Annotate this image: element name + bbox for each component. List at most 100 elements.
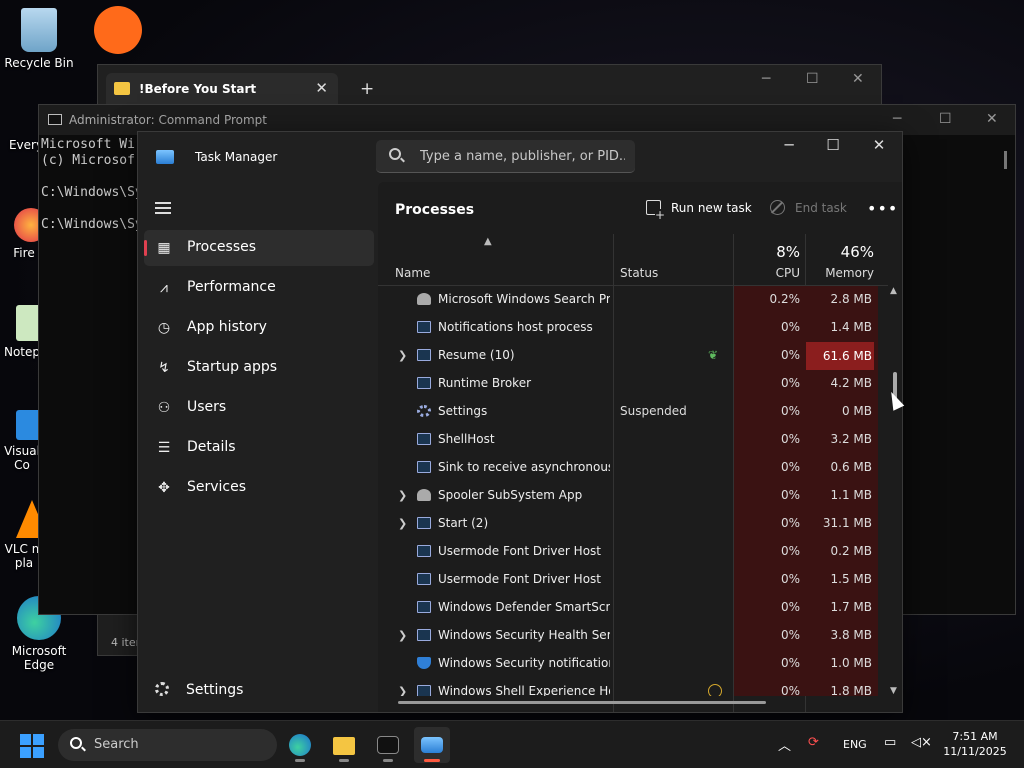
windows-logo-icon	[33, 747, 44, 758]
scroll-down-icon[interactable]: ▼	[890, 686, 897, 696]
process-name: Start (2)	[438, 516, 489, 530]
task-manager-window[interactable]: Task Manager ─ ☐ ✕ ▦ Processes ⩘ Perform…	[137, 131, 903, 713]
window-icon	[417, 685, 431, 696]
more-options-icon[interactable]: •••	[867, 199, 898, 218]
show-hidden-icons[interactable]: ︿	[778, 735, 791, 754]
close-icon[interactable]: ✕	[864, 136, 894, 154]
table-row[interactable]: Runtime Broker 0% 4.2 MB	[378, 370, 888, 398]
process-memory: 3.2 MB	[830, 432, 872, 446]
tm-search-input[interactable]	[420, 145, 625, 167]
close-icon[interactable]: ✕	[986, 111, 998, 127]
process-memory: 3.8 MB	[830, 628, 872, 642]
terminal-icon	[377, 736, 399, 754]
desktop-icon-recycle-bin[interactable]: Recycle Bin	[1, 8, 77, 70]
window-icon	[417, 573, 431, 585]
expand-chevron-icon[interactable]: ❯	[398, 685, 407, 696]
nav-services[interactable]: ✥ Services	[144, 470, 374, 506]
recycle-bin-icon	[21, 8, 57, 52]
process-memory: 0.2 MB	[830, 544, 872, 558]
task-manager-icon	[156, 150, 174, 164]
language-indicator[interactable]: ENG	[843, 738, 867, 751]
taskbar-file-explorer[interactable]	[326, 727, 362, 763]
scroll-up-icon[interactable]: ▲	[890, 286, 897, 296]
expand-chevron-icon[interactable]: ❯	[398, 629, 407, 642]
table-row[interactable]: ❯ Windows Shell Experience Hos... 0% 1.8 MB	[378, 678, 888, 696]
start-button[interactable]	[20, 734, 44, 758]
column-memory[interactable]: Memory	[806, 266, 874, 280]
column-cpu[interactable]: CPU	[734, 266, 800, 280]
network-icon[interactable]: ▭	[884, 735, 896, 750]
volume-muted-icon[interactable]: ◁×	[911, 735, 932, 750]
minimize-icon[interactable]: ─	[762, 71, 770, 87]
table-row[interactable]: ❯ Spooler SubSystem App 0% 1.1 MB	[378, 482, 888, 510]
horizontal-scrollbar[interactable]	[398, 701, 766, 704]
cmd-scrollbar[interactable]	[1004, 151, 1007, 169]
nav-startup-apps[interactable]: ↯ Startup apps	[144, 350, 374, 386]
nav-details[interactable]: ☰ Details	[144, 430, 374, 466]
column-name[interactable]: Name	[395, 266, 430, 280]
close-tab-icon[interactable]: ✕	[315, 79, 328, 97]
table-row[interactable]: Usermode Font Driver Host 0% 1.5 MB	[378, 566, 888, 594]
nav-processes[interactable]: ▦ Processes	[144, 230, 374, 266]
table-row[interactable]: ❯ Resume (10) ❦ 0% 61.6 MB	[378, 342, 888, 370]
nav-performance[interactable]: ⩘ Performance	[144, 270, 374, 306]
expand-chevron-icon[interactable]: ❯	[398, 489, 407, 502]
nav-app-history[interactable]: ◷ App history	[144, 310, 374, 346]
window-icon	[417, 517, 431, 529]
table-row[interactable]: Notifications host process 0% 1.4 MB	[378, 314, 888, 342]
maximize-icon[interactable]: ☐	[818, 136, 848, 154]
process-name: Windows Security notification...	[438, 656, 610, 670]
table-row[interactable]: ❯ Start (2) 0% 31.1 MB	[378, 510, 888, 538]
taskbar-terminal[interactable]	[370, 727, 406, 763]
desktop-icon-label: Edge	[23, 658, 55, 672]
taskbar-search-label: Search	[94, 737, 139, 752]
explorer-tab-title: !Before You Start	[139, 82, 257, 96]
system-clock[interactable]: 7:51 AM 11/11/2025	[940, 729, 1010, 759]
desktop-icon-app[interactable]	[80, 6, 156, 58]
explorer-tab[interactable]: !Before You Start ✕	[106, 73, 338, 105]
service-icon	[417, 293, 431, 305]
new-tab-button[interactable]: +	[360, 79, 374, 99]
table-row[interactable]: Windows Security notification... 0% 1.0 MB	[378, 650, 888, 678]
tm-search-box[interactable]	[376, 140, 635, 173]
page-title: Processes	[395, 202, 475, 218]
nav-users[interactable]: ⚇ Users	[144, 390, 374, 426]
taskbar-task-manager[interactable]	[414, 727, 450, 763]
process-cpu: 0%	[780, 516, 800, 530]
taskbar-edge[interactable]	[282, 727, 318, 763]
process-memory: 1.0 MB	[830, 656, 872, 670]
process-memory: 31.1 MB	[822, 516, 872, 530]
table-row[interactable]: Sink to receive asynchronous ... 0% 0.6 MB	[378, 454, 888, 482]
table-row[interactable]: Windows Defender SmartScreen 0% 1.7 MB	[378, 594, 888, 622]
table-row[interactable]: Microsoft Windows Search Pr... 0.2% 2.8 MB	[378, 286, 888, 314]
run-task-label: Run new task	[671, 201, 752, 215]
maximize-icon[interactable]: ☐	[939, 111, 952, 127]
cmd-line: Microsoft Wi	[41, 137, 135, 152]
table-row[interactable]: ShellHost 0% 3.2 MB	[378, 426, 888, 454]
nav-label: Services	[187, 479, 247, 495]
edge-icon	[289, 734, 311, 756]
sync-icon[interactable]: ⟳	[808, 735, 819, 750]
minimize-icon[interactable]: ─	[774, 136, 804, 154]
taskbar-search[interactable]: Search	[58, 729, 277, 761]
column-status[interactable]: Status	[620, 266, 658, 280]
process-name: Windows Security Health Servi...	[438, 628, 610, 642]
close-icon[interactable]: ✕	[852, 71, 864, 87]
expand-chevron-icon[interactable]: ❯	[398, 517, 407, 530]
process-cpu: 0%	[780, 376, 800, 390]
paused-status-icon	[708, 684, 722, 696]
table-row[interactable]: ❯ Windows Security Health Servi... 0% 3.8 M…	[378, 622, 888, 650]
running-indicator	[424, 759, 440, 762]
search-icon	[389, 148, 401, 160]
hamburger-menu-icon[interactable]	[155, 202, 171, 214]
process-list-scrollbar[interactable]: ▲ ▼	[888, 286, 902, 696]
task-manager-icon	[421, 737, 443, 753]
maximize-icon[interactable]: ☐	[806, 71, 819, 87]
table-row[interactable]: Settings Suspended 0% 0 MB	[378, 398, 888, 426]
process-name: Resume (10)	[438, 348, 515, 362]
table-row[interactable]: Usermode Font Driver Host 0% 0.2 MB	[378, 538, 888, 566]
end-task-icon	[770, 200, 785, 215]
expand-chevron-icon[interactable]: ❯	[398, 349, 407, 362]
minimize-icon[interactable]: ─	[893, 111, 901, 127]
cmd-output[interactable]: Microsoft Wi (c) Microsof C:\Windows\Sy …	[41, 137, 143, 233]
